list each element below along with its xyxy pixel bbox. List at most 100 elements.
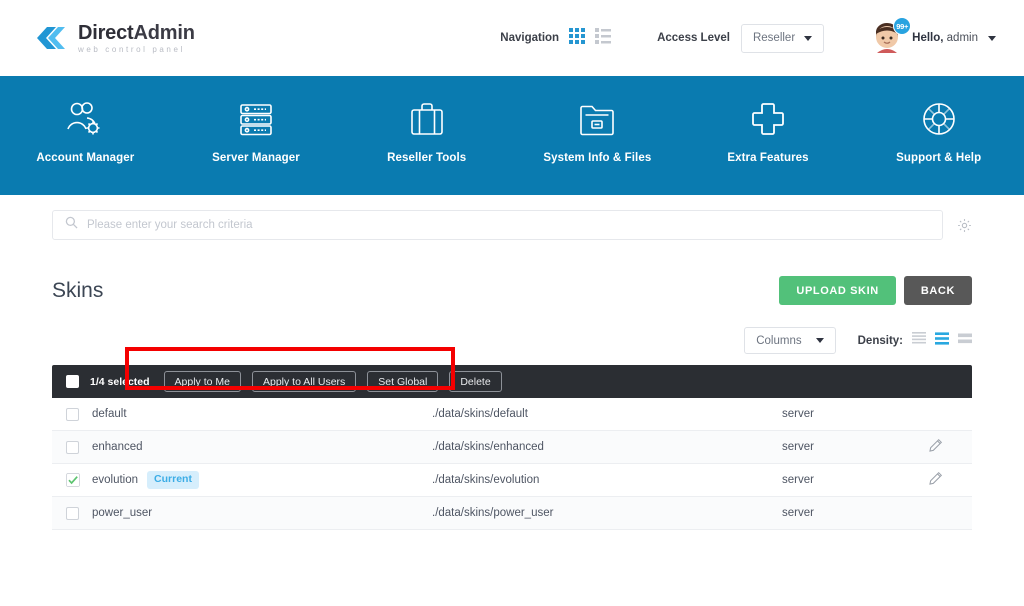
users-gear-icon (63, 98, 107, 140)
nav-label: Support & Help (896, 152, 982, 164)
greeting-username: admin (943, 32, 978, 44)
navigation-label: Navigation (500, 32, 560, 44)
brand-logo[interactable]: DirectAdmin web control panel (34, 21, 195, 55)
density-group: Density: (857, 331, 972, 350)
row-checkbox[interactable] (66, 440, 79, 454)
apply-to-all-users-button[interactable]: Apply to All Users (252, 371, 357, 392)
logo-title-rest: Admin (133, 22, 195, 44)
nav-item-server-manager[interactable]: Server Manager (171, 98, 342, 164)
upload-skin-button[interactable]: UPLOAD SKIN (779, 276, 896, 305)
greeting-text: Hello, admin (912, 32, 978, 44)
nav-item-extra-features[interactable]: Extra Features (683, 98, 854, 164)
lifebuoy-icon (918, 98, 960, 140)
chevron-down-icon (804, 35, 813, 41)
access-level-group: Access Level Reseller (657, 23, 825, 53)
skin-path: ./data/skins/enhanced (432, 441, 544, 453)
status-badge: Current (147, 471, 199, 489)
logo-subtitle: web control panel (78, 45, 185, 54)
row-checkbox-cell (52, 407, 92, 421)
edit-pencil-icon[interactable] (928, 438, 943, 456)
navigation-view-switcher: Navigation (500, 27, 612, 49)
access-level-value: Reseller (752, 32, 796, 44)
delete-button[interactable]: Delete (449, 371, 502, 392)
search-icon (65, 216, 78, 234)
nav-label: Account Manager (36, 152, 135, 164)
skin-path: ./data/skins/default (432, 408, 528, 420)
nav-label: Reseller Tools (387, 152, 467, 164)
page-actions: UPLOAD SKIN BACK (779, 276, 972, 305)
bulk-action-toolbar: 1/4 selected Apply to Me Apply to All Us… (52, 365, 972, 398)
access-level-label: Access Level (657, 32, 730, 44)
edit-pencil-icon[interactable] (928, 471, 943, 489)
folder-icon (576, 98, 618, 140)
row-edit-cell (928, 438, 972, 456)
skin-name: evolution (92, 473, 139, 486)
main-navigation: Account Manager Server Manager Reseller … (0, 76, 1024, 195)
select-all-checkbox[interactable] (66, 375, 79, 388)
grid-view-icon[interactable] (569, 27, 586, 49)
nav-item-reseller-tools[interactable]: Reseller Tools (341, 98, 512, 164)
skins-table: 1/4 selected Apply to Me Apply to All Us… (52, 365, 972, 530)
table-row[interactable]: power_user ./data/skins/power_user serve… (52, 497, 972, 530)
table-row[interactable]: evolution Current ./data/skins/evolution… (52, 464, 972, 497)
set-global-button[interactable]: Set Global (367, 371, 439, 392)
skin-owner: server (782, 408, 814, 420)
skin-owner: server (782, 507, 814, 519)
row-checkbox[interactable] (66, 506, 79, 520)
notification-badge: 99+ (893, 17, 912, 35)
search-input[interactable] (87, 219, 930, 231)
nav-label: Server Manager (212, 152, 300, 164)
row-checkbox[interactable] (66, 407, 79, 421)
table-row[interactable]: enhanced ./data/skins/enhanced server (52, 431, 972, 464)
list-view-icon[interactable] (595, 27, 612, 49)
row-checkbox-cell (52, 473, 92, 487)
back-button[interactable]: BACK (903, 276, 972, 305)
user-menu-chevron-down-icon[interactable] (988, 35, 996, 41)
greeting-hello: Hello, (912, 32, 944, 44)
top-header: DirectAdmin web control panel Navigation (0, 0, 1024, 76)
directadmin-logo-icon (34, 21, 68, 55)
density-label: Density: (857, 334, 903, 347)
user-menu[interactable]: 99+ Hello, admin (872, 17, 996, 53)
nav-item-support-help[interactable]: Support & Help (853, 98, 1024, 164)
row-name-cell: evolution Current (92, 471, 432, 489)
density-standard-icon[interactable] (935, 331, 949, 350)
row-checkbox-cell (52, 506, 92, 520)
header-controls: Navigation Access Level Reseller 99+ Hel… (500, 17, 996, 53)
density-compact-icon[interactable] (912, 331, 926, 350)
row-name-cell: enhanced (92, 441, 432, 453)
nav-label: System Info & Files (543, 152, 652, 164)
search-row (52, 210, 972, 240)
table-options-row: Columns Density: (52, 327, 972, 354)
skin-owner: server (782, 474, 814, 486)
nav-item-account-manager[interactable]: Account Manager (0, 98, 171, 164)
skin-path: ./data/skins/evolution (432, 474, 540, 486)
row-checkbox-checked[interactable] (66, 473, 80, 487)
table-row[interactable]: default ./data/skins/default server (52, 398, 972, 431)
skin-name: power_user (92, 507, 153, 519)
search-settings-gear-icon[interactable] (957, 218, 972, 233)
row-checkbox-cell (52, 440, 92, 454)
briefcase-icon (407, 98, 447, 140)
search-bar[interactable] (52, 210, 943, 240)
plus-icon (748, 98, 788, 140)
columns-label: Columns (756, 334, 802, 347)
content-panel: Skins UPLOAD SKIN BACK Columns Density: (18, 196, 1006, 606)
apply-to-me-button[interactable]: Apply to Me (163, 371, 241, 392)
access-level-dropdown[interactable]: Reseller (740, 23, 825, 53)
row-name-cell: power_user (92, 507, 432, 519)
selected-count: 1/4 selected (90, 375, 150, 388)
logo-title-bold: Direct (78, 22, 134, 44)
row-name-cell: default (92, 408, 432, 420)
page-title-row: Skins UPLOAD SKIN BACK (52, 276, 972, 305)
columns-dropdown[interactable]: Columns (744, 327, 836, 354)
chevron-down-icon (815, 338, 824, 343)
skin-name: default (92, 408, 127, 420)
avatar[interactable]: 99+ (872, 17, 912, 53)
page-title: Skins (52, 278, 104, 302)
density-comfortable-icon[interactable] (958, 332, 972, 350)
skin-name: enhanced (92, 441, 143, 453)
logo-title: DirectAdmin (78, 23, 195, 43)
nav-label: Extra Features (727, 152, 809, 164)
nav-item-system-info-files[interactable]: System Info & Files (512, 98, 683, 164)
